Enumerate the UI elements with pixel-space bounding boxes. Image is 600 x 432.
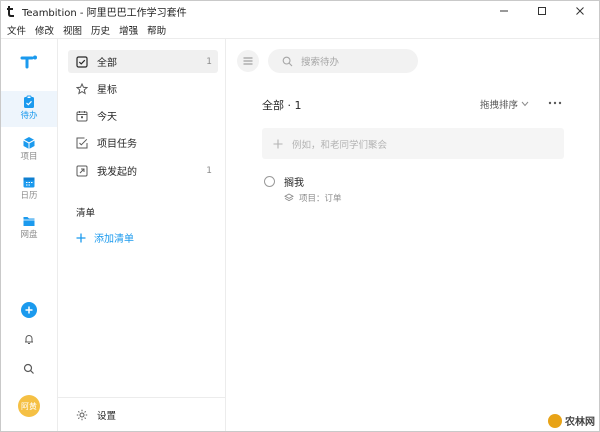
search-input[interactable]: 搜索待办 — [268, 49, 418, 73]
teambition-logo-icon[interactable] — [19, 53, 39, 73]
task-title: 搁我 — [284, 178, 304, 189]
window-title: Teambition - 阿里巴巴工作学习套件 — [22, 7, 187, 19]
app-window: Teambition - 阿里巴巴工作学习套件 文件 修改 视图 历史 增强 帮… — [0, 0, 600, 432]
list-section-title: 清单 — [76, 208, 96, 219]
search-icon — [23, 363, 34, 374]
task-sidebar: 全部 1 星标 今天 项目任务 我发起的 1 清单 添加清单 设置 — [58, 39, 226, 431]
main-panel: 搜索待办 全部 · 1 拖拽排序 例如，和老同学们聚会 搁我 项目：订单 农林网 — [227, 39, 599, 431]
app-logo-icon — [7, 5, 17, 17]
plus-icon — [273, 139, 283, 148]
star-icon — [76, 82, 88, 95]
rail-label-project: 项目 — [20, 152, 38, 162]
sidebar-item-label: 全部 — [97, 58, 117, 69]
sidebar-item-label: 星标 — [97, 85, 117, 96]
avatar: 阿黄 — [18, 395, 40, 417]
search-icon — [282, 56, 293, 66]
watermark-logo-icon — [548, 413, 562, 428]
app-rail: 待办 项目 日历 网盘 阿黄 — [1, 39, 58, 431]
checkbox-icon — [76, 55, 88, 68]
more-options-button[interactable] — [547, 96, 563, 110]
plus-icon — [76, 233, 86, 242]
minimize-button[interactable] — [485, 1, 523, 21]
task-meta: 项目：订单 — [284, 192, 342, 204]
sidebar-item-starred[interactable]: 星标 — [68, 77, 218, 100]
sidebar-item-today[interactable]: 今天 — [68, 104, 218, 127]
menu-history[interactable]: 历史 — [91, 23, 110, 37]
settings-label: 设置 — [97, 411, 117, 422]
minimize-icon — [500, 10, 508, 12]
rail-label-todo: 待办 — [20, 111, 38, 121]
watermark: 农林网 — [548, 413, 595, 428]
maximize-button[interactable] — [523, 1, 561, 21]
folder-icon — [23, 217, 35, 226]
sidebar-item-all[interactable]: 全部 1 — [68, 50, 218, 73]
rail-search-button[interactable] — [1, 363, 57, 375]
watermark-text: 农林网 — [565, 417, 595, 428]
bell-icon — [25, 335, 33, 344]
rail-item-drive[interactable]: 网盘 — [1, 212, 57, 248]
project-layers-icon — [284, 193, 294, 202]
task-item[interactable]: 搁我 项目：订单 — [262, 173, 564, 207]
sidebar-item-label: 今天 — [97, 112, 117, 123]
sort-dropdown[interactable]: 拖拽排序 — [480, 97, 529, 111]
close-icon — [576, 7, 584, 15]
sidebar-toggle-button[interactable] — [237, 50, 259, 72]
quick-add-task-input[interactable]: 例如，和老同学们聚会 — [262, 128, 564, 159]
add-list-label: 添加清单 — [94, 234, 134, 245]
rail-label-drive: 网盘 — [20, 230, 38, 240]
close-button[interactable] — [561, 1, 599, 21]
add-list-button[interactable]: 添加清单 — [76, 230, 134, 245]
maximize-icon — [538, 7, 546, 15]
chevron-down-icon — [521, 101, 529, 107]
task-project-label: 项目：订单 — [299, 194, 342, 204]
menu-enhance[interactable]: 增强 — [119, 23, 138, 37]
add-button[interactable] — [1, 302, 57, 318]
title-bar: Teambition - 阿里巴巴工作学习套件 — [1, 1, 599, 21]
rail-item-todo[interactable]: 待办 — [1, 91, 57, 127]
user-avatar-button[interactable]: 阿黄 — [1, 395, 57, 417]
plus-circle-icon — [21, 302, 37, 318]
todo-clipboard-icon — [24, 95, 34, 108]
sidebar-item-count: 1 — [206, 165, 212, 176]
menu-view[interactable]: 视图 — [63, 23, 82, 37]
search-placeholder: 搜索待办 — [301, 57, 340, 68]
sort-label: 拖拽排序 — [480, 100, 519, 111]
window-controls — [485, 1, 599, 21]
calendar-today-icon — [76, 110, 88, 121]
sidebar-item-count: 1 — [206, 56, 212, 67]
more-dots-icon — [548, 101, 562, 105]
menu-bar: 文件 修改 视图 历史 增强 帮助 — [1, 21, 599, 39]
sidebar-item-initiated[interactable]: 我发起的 1 — [68, 159, 218, 182]
project-cube-icon — [23, 137, 35, 149]
task-complete-checkbox[interactable] — [264, 176, 275, 187]
rail-item-calendar[interactable]: 日历 — [1, 173, 57, 209]
project-task-icon — [76, 137, 88, 148]
settings-button[interactable]: 设置 — [76, 408, 116, 422]
initiated-icon — [76, 165, 88, 176]
sidebar-item-label: 项目任务 — [97, 139, 137, 150]
rail-label-calendar: 日历 — [20, 191, 38, 201]
menu-help[interactable]: 帮助 — [147, 23, 166, 37]
gear-icon — [76, 409, 88, 421]
page-title: 全部 · 1 — [262, 99, 302, 112]
quick-add-placeholder: 例如，和老同学们聚会 — [292, 139, 388, 151]
sidebar-divider — [58, 397, 225, 398]
notification-button[interactable] — [1, 333, 57, 345]
hamburger-icon — [243, 57, 253, 65]
sidebar-item-project-tasks[interactable]: 项目任务 — [68, 131, 218, 154]
rail-item-project[interactable]: 项目 — [1, 134, 57, 170]
menu-edit[interactable]: 修改 — [35, 23, 54, 37]
sidebar-item-label: 我发起的 — [97, 167, 137, 178]
menu-file[interactable]: 文件 — [7, 23, 26, 37]
calendar-icon — [23, 177, 35, 188]
